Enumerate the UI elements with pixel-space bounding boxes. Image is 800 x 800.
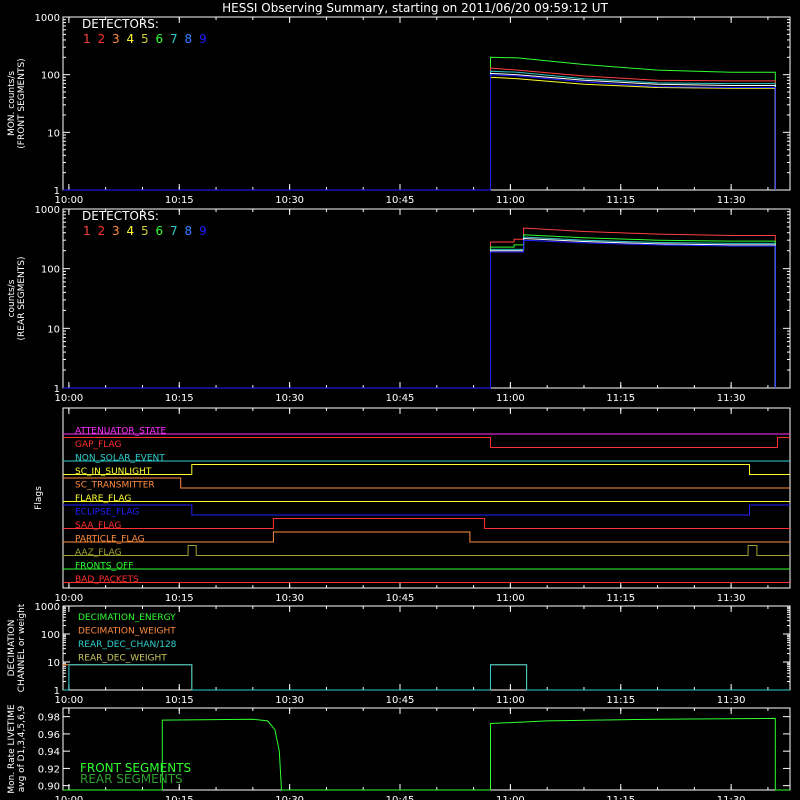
y-tick-label: 100 (41, 630, 60, 641)
x-tick-label: 10:15 (165, 393, 194, 404)
x-tick-label: 11:30 (717, 393, 746, 404)
y-axis-label: MON. counts/s (7, 71, 17, 136)
y-tick-label: 100 (41, 265, 60, 276)
flag-label-10: AAZ_FLAG (75, 548, 122, 558)
detector-number-6: 6 (156, 224, 164, 238)
x-tick-label: 10:45 (386, 795, 415, 800)
flag-label-7: ECLIPSE_FLAG (75, 508, 139, 518)
legend-entry-1: DECIMATION_ENERGY (78, 613, 176, 623)
x-tick-label: 10:15 (165, 795, 194, 800)
flag-label-6: FLARE_FLAG (75, 494, 131, 504)
flag-label-1: ATTENUATOR_STATE (75, 427, 167, 437)
detector-number-3: 3 (112, 32, 120, 46)
x-tick-label: 10:15 (165, 593, 194, 604)
detector-number-5: 5 (141, 224, 149, 238)
x-tick-label: 10:30 (275, 593, 304, 604)
x-tick-label: 11:15 (606, 593, 635, 604)
y-axis-label: Mon. Rate LIVETIME (7, 704, 17, 794)
detector-number-2: 2 (98, 32, 106, 46)
detector-number-1: 1 (83, 32, 91, 46)
y-axis-label: counts/s (7, 279, 17, 317)
detector-number-2: 2 (98, 224, 106, 238)
x-tick-label: 10:00 (54, 795, 83, 800)
legend-entry-4: REAR_DEC_WEIGHT (78, 654, 167, 664)
y-axis-label: (REAR SEGMENTS) (17, 256, 27, 340)
x-tick-label: 11:30 (717, 195, 746, 206)
flag-label-5: SC_TRANSMITTER (75, 481, 155, 491)
x-tick-label: 10:15 (165, 695, 194, 706)
detector-number-6: 6 (156, 32, 164, 46)
detector-number-3: 3 (112, 224, 120, 238)
legend-entry-2: DECIMATION_WEIGHT (78, 627, 176, 637)
y-axis-label: CHANNEL or weight (17, 603, 27, 692)
y-tick-label: 0.92 (38, 764, 60, 775)
x-tick-label: 10:30 (275, 195, 304, 206)
chart-title: HESSI Observing Summary, starting on 201… (222, 1, 608, 15)
detector-number-9: 9 (199, 224, 207, 238)
x-tick-label: 10:45 (386, 393, 415, 404)
x-tick-label: 11:15 (606, 195, 635, 206)
flag-label-4: SC_IN_SUNLIGHT (75, 467, 152, 477)
y-tick-label: 0.98 (38, 713, 60, 724)
x-tick-label: 10:45 (386, 593, 415, 604)
detector-number-8: 8 (185, 32, 193, 46)
y-tick-label: 1000 (35, 13, 60, 24)
x-tick-label: 11:00 (496, 593, 525, 604)
detector-number-7: 7 (170, 224, 178, 238)
y-tick-label: 1 (54, 384, 60, 395)
x-tick-label: 10:45 (386, 695, 415, 706)
flag-label-11: FRONTS_OFF (75, 562, 133, 572)
x-tick-label: 11:00 (496, 393, 525, 404)
x-tick-label: 11:30 (717, 795, 746, 800)
y-axis-label: DECIMATION (7, 620, 17, 677)
detector-number-5: 5 (141, 32, 149, 46)
x-tick-label: 11:30 (717, 593, 746, 604)
x-tick-label: 11:00 (496, 695, 525, 706)
detectors-legend-title: DETECTORS: (82, 17, 159, 31)
y-tick-label: 10 (47, 128, 60, 139)
y-tick-label: 10 (47, 658, 60, 669)
x-tick-label: 10:45 (386, 195, 415, 206)
detector-number-4: 4 (127, 32, 135, 46)
y-axis-label: (FRONT SEGMENTS) (17, 58, 27, 148)
flag-label-3: NON_SOLAR_EVENT (75, 454, 165, 464)
flag-label-2: GAP_FLAG (75, 440, 121, 450)
x-tick-label: 11:30 (717, 695, 746, 706)
detectors-legend-title: DETECTORS: (82, 209, 159, 223)
legend-entry-2: REAR SEGMENTS (80, 772, 183, 786)
x-tick-label: 11:00 (496, 795, 525, 800)
y-tick-label: 100 (41, 71, 60, 82)
detector-number-4: 4 (127, 224, 135, 238)
x-tick-label: 11:15 (606, 795, 635, 800)
observing-summary-chart: HESSI Observing Summary, starting on 201… (0, 0, 800, 800)
y-tick-label: 1 (54, 686, 60, 697)
y-tick-label: 1000 (35, 602, 60, 613)
detector-number-1: 1 (83, 224, 91, 238)
detector-number-8: 8 (185, 224, 193, 238)
detector-number-9: 9 (199, 32, 207, 46)
x-tick-label: 10:30 (275, 795, 304, 800)
x-tick-label: 10:30 (275, 695, 304, 706)
x-tick-label: 11:15 (606, 695, 635, 706)
y-tick-label: 10 (47, 324, 60, 335)
y-tick-label: 0.90 (38, 782, 60, 793)
y-tick-label: 0.96 (38, 730, 60, 741)
x-tick-label: 10:15 (165, 195, 194, 206)
x-tick-label: 11:15 (606, 393, 635, 404)
y-tick-label: 1000 (35, 205, 60, 216)
flag-label-9: PARTICLE_FLAG (75, 535, 145, 545)
y-axis-label: avg of D1,3,4,5,6,9 (17, 705, 27, 792)
detector-number-7: 7 (170, 32, 178, 46)
y-tick-label: 1 (54, 186, 60, 197)
y-axis-label: Flags (34, 486, 44, 510)
flag-label-8: SAA_FLAG (75, 521, 121, 531)
x-tick-label: 10:30 (275, 393, 304, 404)
flag-label-12: BAD_PACKETS (75, 575, 139, 585)
y-tick-label: 0.94 (38, 747, 60, 758)
x-tick-label: 11:00 (496, 195, 525, 206)
legend-entry-3: REAR_DEC_CHAN/128 (78, 640, 177, 650)
